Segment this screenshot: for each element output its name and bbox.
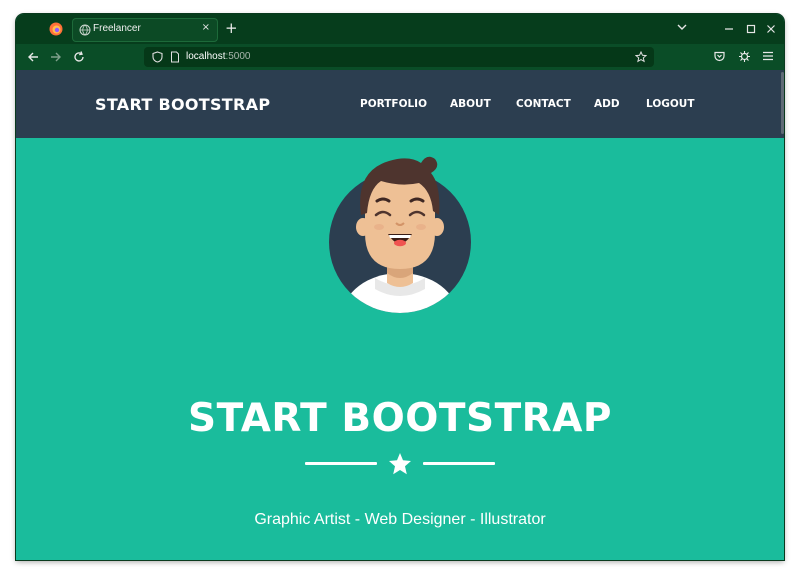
globe-icon xyxy=(79,24,91,36)
extension-icon[interactable] xyxy=(738,50,751,63)
tab-freelancer[interactable]: Freelancer × xyxy=(72,18,218,42)
browser-window: Freelancer × + localhost:5000 START BOOT… xyxy=(16,14,784,560)
nav-portfolio[interactable]: PORTFOLIO xyxy=(360,98,427,110)
browser-toolbar: localhost:5000 xyxy=(16,44,784,70)
forward-arrow-icon[interactable] xyxy=(49,50,63,64)
chevron-down-icon[interactable] xyxy=(676,21,688,33)
tab-bar: Freelancer × + xyxy=(16,14,784,44)
back-arrow-icon[interactable] xyxy=(26,50,40,64)
nav-logout[interactable]: LOGOUT xyxy=(646,98,694,110)
new-tab-button[interactable]: + xyxy=(225,19,238,37)
url-text: localhost:5000 xyxy=(186,51,251,62)
shield-icon[interactable] xyxy=(152,51,163,63)
maximize-icon[interactable] xyxy=(746,24,756,34)
hamburger-menu-icon[interactable] xyxy=(762,50,774,62)
reload-icon[interactable] xyxy=(72,50,86,64)
pocket-icon[interactable] xyxy=(713,50,726,63)
site-navbar: START BOOTSTRAP PORTFOLIO ABOUT CONTACT … xyxy=(16,70,784,138)
nav-about[interactable]: ABOUT xyxy=(450,98,491,110)
page-content: START BOOTSTRAP PORTFOLIO ABOUT CONTACT … xyxy=(16,70,784,560)
minimize-icon[interactable] xyxy=(724,24,734,34)
site-brand[interactable]: START BOOTSTRAP xyxy=(95,95,270,114)
star-icon xyxy=(389,453,411,475)
url-host: localhost xyxy=(186,51,226,62)
scrollbar[interactable] xyxy=(781,72,784,134)
page-icon xyxy=(171,51,179,63)
avatar xyxy=(329,156,471,313)
divider-right xyxy=(423,462,495,465)
close-window-icon[interactable] xyxy=(766,24,776,34)
hero-title: START BOOTSTRAP xyxy=(188,396,612,441)
firefox-icon[interactable] xyxy=(49,22,63,36)
url-port: :5000 xyxy=(225,51,251,62)
divider-left xyxy=(305,462,377,465)
address-bar[interactable]: localhost:5000 xyxy=(144,47,654,67)
tab-close-icon[interactable]: × xyxy=(202,22,210,33)
nav-add[interactable]: ADD xyxy=(594,98,620,110)
tab-title: Freelancer xyxy=(93,23,141,34)
hero-subtitle: Graphic Artist - Web Designer - Illustra… xyxy=(254,511,546,528)
nav-contact[interactable]: CONTACT xyxy=(516,98,571,110)
star-bookmark-icon[interactable] xyxy=(635,51,647,63)
